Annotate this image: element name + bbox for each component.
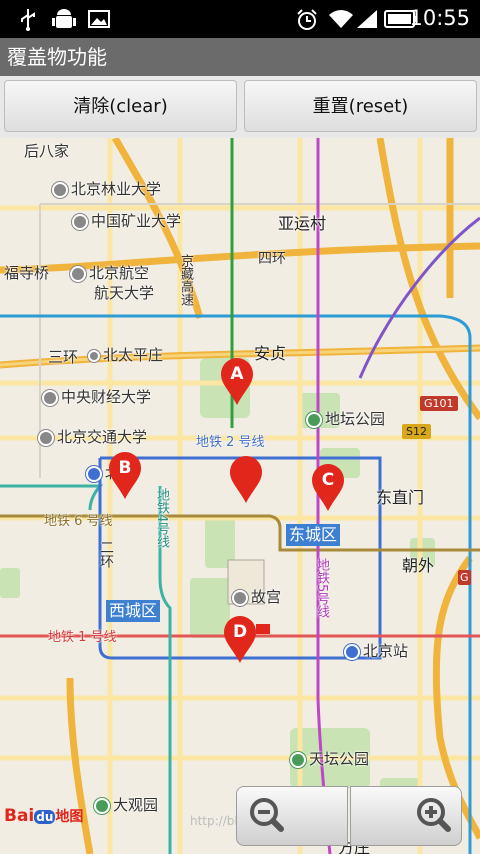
district-label-xicheng: 西城区 (106, 600, 161, 622)
place-label: 安贞 (254, 344, 287, 363)
signal-icon (357, 10, 377, 28)
place-label: 东直门 (376, 488, 425, 507)
place-label: 天坛公园 (290, 748, 369, 769)
road-label: 京藏高速 (178, 254, 193, 306)
place-label: 福寺桥 (4, 264, 50, 282)
place-label: 北京交通大学 (38, 426, 147, 447)
zoom-controls (236, 786, 464, 846)
alarm-icon (297, 9, 317, 30)
metro-label: 地铁5号线 (314, 558, 329, 619)
metro-label: 地铁 1 号线 (48, 630, 117, 645)
place-label: 亚运村 (278, 214, 327, 233)
baidu-logo: Bai du 地图 (4, 806, 84, 826)
road-label: 四环 (258, 251, 286, 267)
button-row: 清除(clear) 重置(reset) (0, 76, 480, 138)
clear-button[interactable]: 清除(clear) (4, 80, 237, 132)
zoom-in-icon (417, 798, 451, 832)
app-title-bar: 覆盖物功能 (0, 38, 480, 76)
road-label: 二环 (98, 540, 114, 568)
reset-button[interactable]: 重置(reset) (244, 80, 477, 132)
zoom-out-button[interactable] (236, 786, 348, 846)
android-debug-icon (52, 9, 76, 28)
place-label: 朝外 (402, 556, 435, 575)
clock: 10:55 (409, 6, 470, 30)
map-marker-c[interactable]: C (310, 464, 346, 512)
place-label: 中央财经大学 (42, 386, 151, 407)
map-marker-a[interactable]: A (219, 358, 255, 406)
place-label: 北京航空 (70, 262, 149, 283)
highway-badge: G101 (420, 396, 458, 411)
place-label: 后八家 (24, 142, 70, 160)
place-label: 航天大学 (94, 284, 155, 302)
map-marker-b[interactable]: B (107, 452, 143, 500)
zoom-out-icon (250, 798, 284, 832)
image-icon (88, 10, 110, 28)
usb-icon (21, 9, 35, 31)
metro-label: 地铁 2 号线 (196, 435, 265, 450)
place-label: 中国矿业大学 (72, 210, 181, 231)
map-marker-d[interactable]: D (222, 616, 258, 664)
road-label: 三环 (48, 348, 79, 366)
status-bar: 10:55 (0, 0, 480, 38)
place-label: 故宫 (232, 586, 281, 607)
marker-flag (256, 624, 270, 634)
map-marker-center[interactable] (228, 456, 264, 504)
place-label: 地坛公园 (306, 408, 385, 429)
place-label: 大观园 (94, 794, 158, 815)
app-title: 覆盖物功能 (7, 45, 107, 69)
place-label: 北太平庄 (88, 344, 163, 365)
map-view[interactable]: 后八家 北京林业大学 中国矿业大学 亚运村 福寺桥 北京航空 航天大学 京藏高速… (0, 138, 480, 854)
district-label-dongcheng: 东城区 (286, 524, 341, 546)
metro-label: 地铁4号线 (154, 488, 169, 549)
highway-badge: G (458, 570, 471, 585)
place-label: 北京林业大学 (52, 178, 161, 199)
place-label: 北京站 (344, 640, 408, 661)
wifi-icon (329, 10, 353, 28)
highway-badge: S12 (402, 424, 431, 439)
metro-label: 地铁 6 号线 (44, 514, 113, 529)
zoom-in-button[interactable] (350, 786, 462, 846)
